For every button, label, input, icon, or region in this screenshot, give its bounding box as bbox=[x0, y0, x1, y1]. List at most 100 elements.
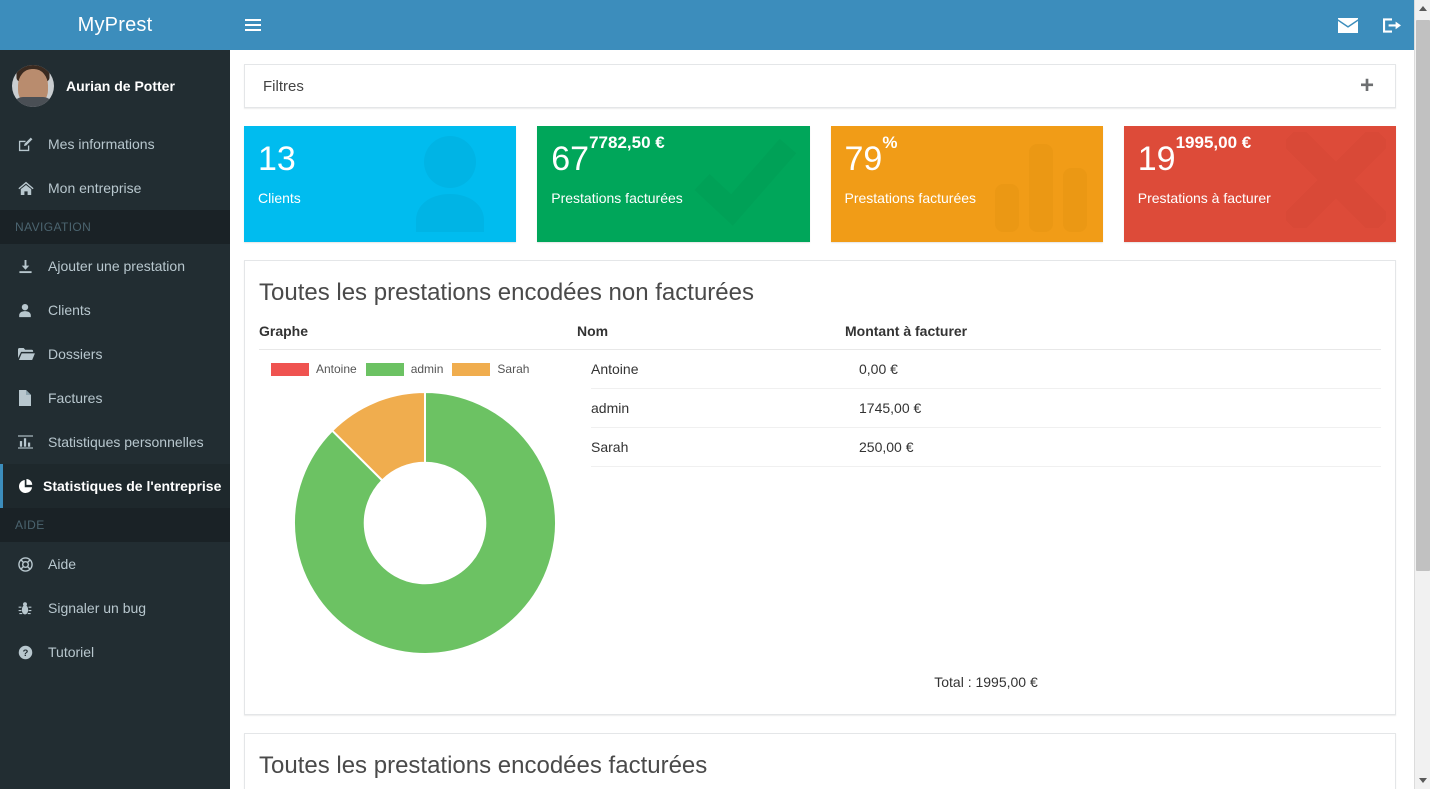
table-header-row: Graphe Nom Montant à facturer bbox=[259, 323, 1381, 350]
cell-nom: admin bbox=[591, 400, 630, 416]
home-icon bbox=[18, 181, 38, 196]
card-title: Toutes les prestations encodées non fact… bbox=[259, 279, 754, 306]
scroll-down-button[interactable] bbox=[1415, 772, 1430, 789]
sidebar-item-aide[interactable]: Aide bbox=[0, 542, 230, 586]
hamburger-icon[interactable] bbox=[230, 0, 276, 50]
sidebar-item-label: Aide bbox=[48, 556, 77, 572]
download-icon bbox=[18, 259, 38, 274]
life-ring-icon bbox=[18, 556, 38, 572]
sidebar-item-clients[interactable]: Clients bbox=[0, 288, 230, 332]
envelope-icon[interactable] bbox=[1326, 0, 1370, 50]
brand-name: MyPrest bbox=[77, 13, 153, 36]
legend-swatch-admin bbox=[365, 362, 404, 376]
card-split: Antoine admin Sarah Antoine 0,00 € admin… bbox=[259, 350, 1381, 700]
stat-number: 67 bbox=[551, 140, 590, 178]
legend-item-antoine[interactable]: Antoine bbox=[271, 362, 357, 376]
page-scrollbar[interactable] bbox=[1414, 0, 1430, 789]
stat-box-prestations-facturees-percent[interactable]: 79% Prestations facturées bbox=[830, 126, 1103, 242]
stat-label: Clients bbox=[258, 190, 301, 206]
stat-suffix: 7782,50 € bbox=[589, 133, 665, 153]
sidebar-item-label: Clients bbox=[48, 302, 91, 318]
stat-label: Prestations facturées bbox=[551, 190, 683, 206]
stat-label: Prestations facturées bbox=[844, 190, 977, 206]
filters-title: Filtres bbox=[263, 77, 304, 95]
legend-label: Sarah bbox=[497, 362, 530, 376]
column-header-nom: Nom bbox=[577, 323, 609, 339]
table-row[interactable]: Sarah 250,00 € bbox=[591, 428, 1381, 467]
stat-value: 13 bbox=[258, 142, 502, 176]
bug-icon bbox=[18, 601, 38, 616]
stat-value: 191995,00 € bbox=[1137, 134, 1382, 178]
card-body: Graphe Nom Montant à facturer Antoine ad… bbox=[245, 323, 1395, 714]
card-prestations-facturees: Toutes les prestations encodées facturée… bbox=[244, 733, 1396, 789]
brand-logo[interactable]: MyPrest bbox=[0, 0, 230, 50]
caret-up-icon bbox=[1419, 6, 1427, 11]
sidebar-section-header-navigation: NAVIGATION bbox=[0, 210, 230, 244]
sidebar-nav: Mes informations Mon entreprise NAVIGATI… bbox=[0, 122, 230, 674]
user-icon bbox=[18, 303, 38, 318]
stat-box-prestations-a-facturer[interactable]: 191995,00 € Prestations à facturer bbox=[1123, 126, 1396, 242]
donut-chart-svg bbox=[293, 390, 557, 655]
scrollbar-thumb[interactable] bbox=[1416, 20, 1430, 571]
sidebar-item-tutoriel[interactable]: ? Tutoriel bbox=[0, 630, 230, 674]
legend-label: Antoine bbox=[316, 362, 357, 376]
stat-number: 19 bbox=[1137, 140, 1176, 178]
chart-column: Antoine admin Sarah bbox=[259, 350, 591, 700]
stat-box-prestations-facturees-amount[interactable]: 677782,50 € Prestations facturées bbox=[537, 126, 810, 242]
legend-swatch-antoine bbox=[271, 362, 309, 376]
sidebar-item-label: Ajouter une prestation bbox=[48, 258, 185, 274]
legend-item-admin[interactable]: admin bbox=[365, 362, 443, 376]
avatar-body bbox=[13, 97, 53, 107]
sidebar-item-signaler-un-bug[interactable]: Signaler un bug bbox=[0, 586, 230, 630]
column-header-graphe: Graphe bbox=[259, 323, 309, 339]
sidebar-section-header-aide: AIDE bbox=[0, 508, 230, 542]
table-row[interactable]: Antoine 0,00 € bbox=[591, 350, 1381, 389]
folder-open-icon bbox=[18, 347, 38, 361]
card-prestations-non-facturees: Toutes les prestations encodées non fact… bbox=[244, 260, 1396, 715]
user-name: Aurian de Potter bbox=[66, 78, 175, 94]
app-root: MyPrest Aurian de Potter Mes information… bbox=[0, 0, 1430, 789]
svg-text:?: ? bbox=[23, 648, 29, 658]
bar-chart-icon bbox=[18, 435, 38, 449]
sidebar-item-statistiques-de-lentreprise[interactable]: Statistiques de l'entreprise bbox=[0, 464, 230, 508]
stat-value: 677782,50 € bbox=[551, 134, 795, 178]
column-header-montant: Montant à facturer bbox=[845, 323, 968, 339]
user-panel[interactable]: Aurian de Potter bbox=[0, 50, 230, 122]
main-content: Filtres + 13 Clients 677782,50 € Prestat… bbox=[230, 50, 1414, 789]
cell-nom: Antoine bbox=[591, 361, 639, 377]
stat-number: 13 bbox=[258, 140, 296, 178]
stat-value: 79% bbox=[845, 134, 1089, 176]
sidebar-item-label: Dossiers bbox=[48, 346, 103, 362]
sidebar-item-mes-informations[interactable]: Mes informations bbox=[0, 122, 230, 166]
card-title: Toutes les prestations encodées facturée… bbox=[259, 752, 708, 779]
top-header bbox=[230, 0, 1414, 50]
sidebar-item-label: Statistiques de l'entreprise bbox=[43, 478, 222, 494]
legend-item-sarah[interactable]: Sarah bbox=[452, 362, 529, 376]
table-row[interactable]: admin 1745,00 € bbox=[591, 389, 1381, 428]
donut-chart[interactable] bbox=[259, 390, 591, 656]
filters-expand-button[interactable]: + bbox=[1353, 72, 1381, 100]
filters-panel: Filtres + bbox=[244, 64, 1396, 108]
chart-legend: Antoine admin Sarah bbox=[259, 350, 591, 390]
stat-suffix: 1995,00 € bbox=[1175, 133, 1252, 153]
sidebar-item-label: Tutoriel bbox=[48, 644, 95, 660]
stat-suffix: % bbox=[882, 133, 898, 153]
sidebar-item-mon-entreprise[interactable]: Mon entreprise bbox=[0, 166, 230, 210]
sidebar-item-dossiers[interactable]: Dossiers bbox=[0, 332, 230, 376]
avatar bbox=[12, 65, 54, 107]
sidebar-item-label: Mon entreprise bbox=[48, 180, 142, 196]
cell-nom: Sarah bbox=[591, 439, 629, 455]
stat-box-clients[interactable]: 13 Clients bbox=[244, 126, 517, 242]
cell-montant: 250,00 € bbox=[859, 439, 914, 455]
sidebar-item-label: Factures bbox=[48, 390, 103, 406]
stat-boxes-row: 13 Clients 677782,50 € Prestations factu… bbox=[244, 126, 1396, 242]
scroll-up-button[interactable] bbox=[1415, 0, 1430, 17]
file-icon bbox=[18, 390, 38, 406]
sidebar: MyPrest Aurian de Potter Mes information… bbox=[0, 0, 230, 789]
sidebar-item-ajouter-une-prestation[interactable]: Ajouter une prestation bbox=[0, 244, 230, 288]
sidebar-item-statistiques-personnelles[interactable]: Statistiques personnelles bbox=[0, 420, 230, 464]
sidebar-item-label: Signaler un bug bbox=[48, 600, 147, 616]
sidebar-item-factures[interactable]: Factures bbox=[0, 376, 230, 420]
table-column: Antoine 0,00 € admin 1745,00 € Sarah 250… bbox=[591, 350, 1381, 700]
sign-out-icon[interactable] bbox=[1370, 0, 1414, 50]
